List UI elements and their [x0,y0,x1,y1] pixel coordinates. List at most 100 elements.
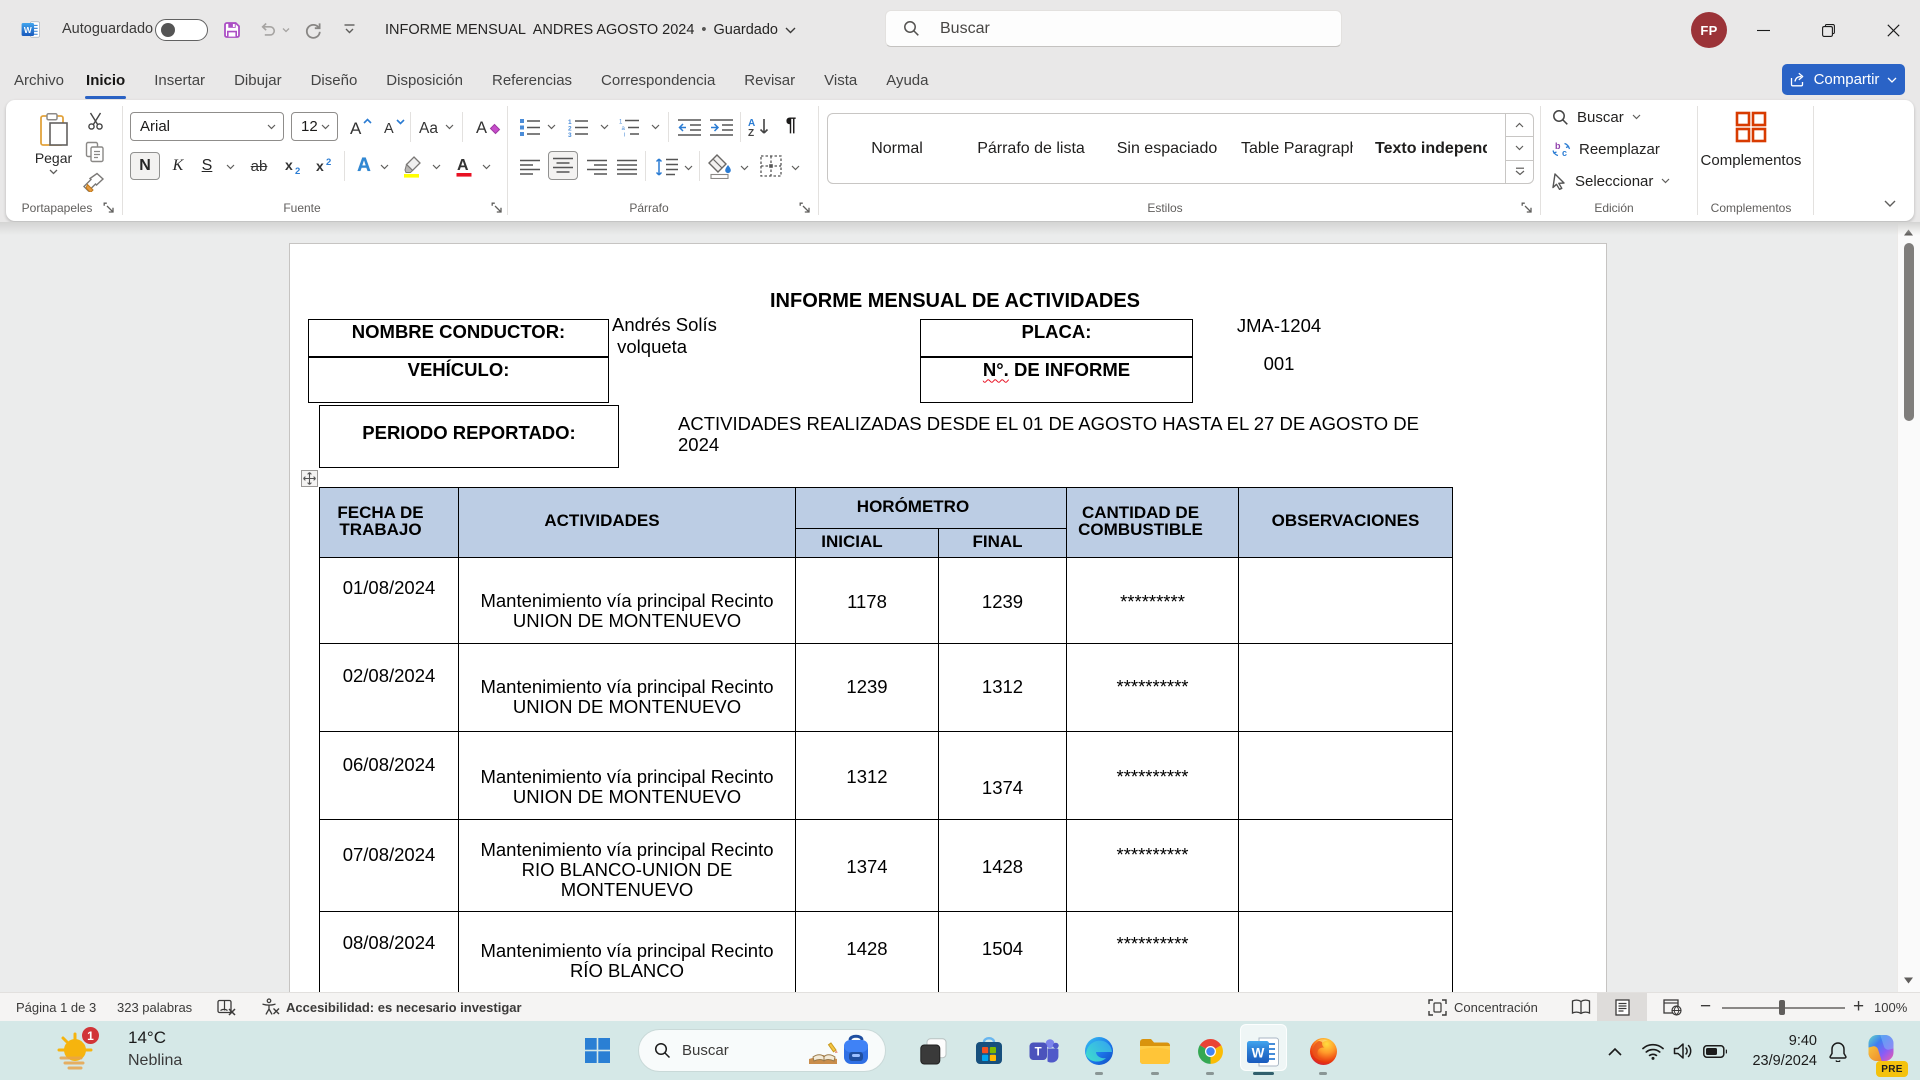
weather-temp[interactable]: 14°C [128,1028,166,1048]
paragraph-dialog-launcher[interactable] [799,202,811,214]
focus-mode-button[interactable]: Concentración [1428,999,1538,1016]
strikethrough-button[interactable]: ab [242,152,276,180]
zoom-slider-thumb[interactable] [1779,1000,1785,1015]
style-texto-independiente[interactable]: Texto independiente [1375,114,1487,183]
addins-button[interactable] [1733,108,1769,146]
shading-button[interactable] [706,151,736,181]
shrink-font-button[interactable]: A [380,114,407,140]
styles-more-button[interactable] [1506,160,1533,183]
microsoft-store-icon[interactable] [969,1031,1009,1071]
minimize-button[interactable] [1740,0,1786,60]
superscript-button[interactable]: x2 [311,152,339,180]
line-spacing-button[interactable] [652,154,680,180]
undo-dropdown-chevron[interactable] [282,27,290,33]
web-layout-button[interactable] [1647,993,1697,1021]
multilevel-chevron[interactable] [649,122,661,132]
subscript-button[interactable]: x2 [280,152,308,180]
scrollbar-thumb[interactable] [1904,243,1914,421]
bullets-button[interactable] [517,114,543,140]
tab-inicio[interactable]: Inicio [84,60,127,100]
styles-scroll-up[interactable] [1506,114,1533,136]
tray-chevron-up-icon[interactable] [1602,1038,1628,1064]
autosave-toggle[interactable] [155,19,208,41]
align-left-button[interactable] [517,154,543,180]
style-parrafo-de-lista[interactable]: Párrafo de lista [975,114,1087,183]
redo-button[interactable] [303,20,323,40]
increase-indent-button[interactable] [707,114,735,140]
tab-revisar[interactable]: Revisar [742,60,797,100]
tab-diseno[interactable]: Diseño [309,60,360,100]
edge-icon[interactable] [1079,1031,1119,1071]
proofing-icon[interactable] [217,999,237,1016]
weather-condition[interactable]: Neblina [128,1052,182,1070]
decrease-indent-button[interactable] [675,114,703,140]
print-layout-button[interactable] [1597,993,1647,1021]
scroll-up-arrow[interactable] [1903,228,1915,238]
sort-button[interactable]: AZ [745,114,775,140]
underline-chevron[interactable] [224,162,236,172]
word-count[interactable]: 323 palabras [117,1000,192,1015]
font-color-chevron[interactable] [480,162,492,172]
start-button[interactable] [577,1030,618,1071]
shading-chevron[interactable] [738,163,750,173]
highlight-button[interactable] [398,152,428,180]
tab-ayuda[interactable]: Ayuda [884,60,930,100]
justify-button[interactable] [614,154,640,180]
replace-button[interactable]: bcReemplazar [1552,136,1660,162]
chrome-icon[interactable] [1190,1031,1230,1071]
show-marks-button[interactable]: ¶ [780,112,802,140]
task-view-button[interactable] [913,1031,953,1071]
zoom-out-button[interactable]: − [1700,996,1711,1018]
wifi-icon[interactable] [1639,1038,1667,1064]
style-table-paragraph[interactable]: Table Paragraph [1241,114,1353,183]
borders-button[interactable] [757,152,785,180]
activities-table[interactable]: FECHA DE TRABAJO ACTIVIDADES HORÓMETRO C… [319,487,1453,992]
close-button[interactable] [1866,0,1920,60]
accessibility-status[interactable]: Accesibilidad: es necesario investigar [286,1000,522,1015]
styles-scroll-down[interactable] [1506,136,1533,159]
bullets-chevron[interactable] [545,122,557,132]
battery-icon[interactable] [1700,1038,1730,1064]
grow-font-button[interactable]: A [346,114,374,140]
clipboard-dialog-launcher[interactable] [103,202,115,214]
tab-correspondencia[interactable]: Correspondencia [599,60,717,100]
collapse-ribbon-chevron[interactable] [1880,196,1900,212]
multilevel-list-button[interactable]: 1ai [616,114,642,140]
share-button[interactable]: Compartir [1782,64,1905,95]
tray-clock[interactable]: 9:40 23/9/2024 [1735,1029,1817,1072]
copy-button[interactable] [82,139,108,165]
tab-vista[interactable]: Vista [822,60,859,100]
accessibility-icon[interactable] [261,998,281,1016]
highlight-chevron[interactable] [430,162,442,172]
undo-button[interactable] [258,21,277,39]
style-normal[interactable]: Normal [841,114,953,183]
cut-button[interactable] [84,110,108,132]
save-button[interactable] [222,20,242,40]
tab-dibujar[interactable]: Dibujar [232,60,284,100]
text-effects-button[interactable]: A [350,152,378,180]
font-name-combo[interactable]: Arial [130,112,284,141]
line-spacing-chevron[interactable] [682,163,694,173]
text-effects-chevron[interactable] [378,162,390,172]
titlebar-search-box[interactable]: Buscar [885,10,1342,47]
align-center-button[interactable] [548,151,578,180]
styles-dialog-launcher[interactable] [1521,202,1533,214]
zoom-in-button[interactable]: + [1853,996,1864,1018]
avatar[interactable]: FP [1691,12,1727,48]
speaker-icon[interactable] [1669,1038,1697,1064]
scroll-down-arrow[interactable] [1903,976,1915,986]
teams-icon[interactable]: T [1024,1031,1064,1071]
style-sin-espaciado[interactable]: Sin espaciado [1111,114,1223,183]
tab-archivo[interactable]: Archivo [12,60,66,100]
change-case-button[interactable]: Aa [416,114,456,140]
select-button[interactable]: Seleccionar [1552,168,1670,194]
numbering-chevron[interactable] [598,122,610,132]
italic-button[interactable]: K [166,152,190,180]
table-move-handle[interactable] [301,470,318,487]
tab-referencias[interactable]: Referencias [490,60,574,100]
borders-chevron[interactable] [789,163,801,173]
bold-button[interactable]: N [130,152,160,180]
document-page[interactable]: INFORME MENSUAL DE ACTIVIDADES NOMBRE CO… [289,243,1607,992]
font-dialog-launcher[interactable] [491,202,503,214]
taskbar-search-box[interactable]: Buscar [638,1029,886,1072]
